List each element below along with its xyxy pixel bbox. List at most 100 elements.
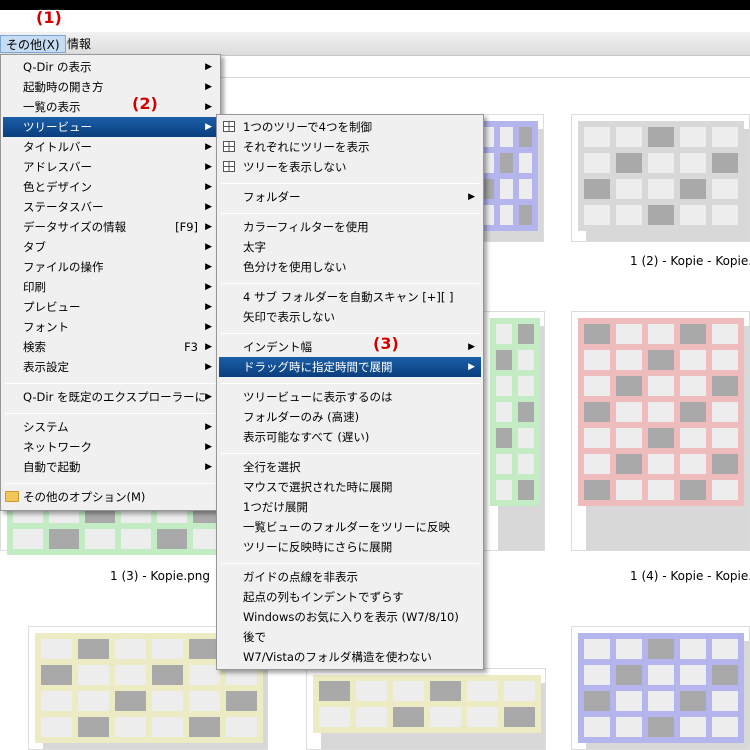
menu-item-network[interactable]: ネットワーク ▶ — [3, 437, 218, 457]
submenu-arrow-icon: ▶ — [205, 302, 212, 312]
menu-item-display-settings[interactable]: 表示設定 ▶ — [3, 357, 218, 377]
menu-item-no-arrows[interactable]: 矢印で表示しない — [219, 307, 481, 327]
menu-item-label: ツリーを表示しない — [243, 160, 347, 174]
menu-item-later[interactable]: 後で — [219, 627, 481, 647]
menu-item-font[interactable]: フォント ▶ — [3, 317, 218, 337]
menu-item-label: ツリーに反映時にさらに展開 — [243, 540, 393, 554]
thumbnail-caption: 1 (4) - Kopie - Kopie.png — [630, 569, 750, 583]
menu-item-one-tree-four[interactable]: 1つのツリーで4つを制御 — [219, 117, 481, 137]
menu-item-label: 全行を選択 — [243, 460, 301, 474]
thumbnail-cell — [49, 529, 79, 549]
submenu-arrow-icon: ▶ — [205, 242, 212, 252]
menu-item-auto-scan-subfolders[interactable]: 4 サブ フォルダーを自動スキャン [+][ ] — [219, 287, 481, 307]
thumbnail-image[interactable] — [483, 311, 545, 551]
submenu-arrow-icon: ▶ — [205, 102, 212, 112]
thumbnail-image[interactable] — [571, 311, 750, 551]
menu-item-hide-guide-lines[interactable]: ガイドの点線を非表示 — [219, 567, 481, 587]
thumbnail-cell — [319, 681, 350, 701]
thumbnail-cell — [115, 639, 146, 659]
menu-item-bold[interactable]: 太字 — [219, 237, 481, 257]
thumbnail-cell — [680, 179, 706, 199]
menu-item-tree-each[interactable]: それぞれにツリーを表示 — [219, 137, 481, 157]
menu-info[interactable]: 情報 — [62, 35, 96, 53]
thumbnail-image[interactable] — [571, 626, 750, 750]
thumbnail-cell — [152, 691, 183, 711]
thumbnail-cell — [648, 691, 674, 711]
menu-item-expand-one[interactable]: 1つだけ展開 — [219, 497, 481, 517]
menu-item-treeview[interactable]: ツリービュー ▶ — [3, 117, 218, 137]
menu-item-label: 4 サブ フォルダーを自動スキャン [+][ ] — [243, 290, 454, 304]
submenu-arrow-icon: ▶ — [205, 422, 212, 432]
thumbnail-cell — [393, 681, 424, 701]
thumbnail-cell — [712, 179, 738, 199]
thumbnail-cell — [584, 402, 610, 422]
thumbnail-image[interactable] — [571, 114, 750, 242]
menu-item-select-full-row[interactable]: 全行を選択 — [219, 457, 481, 477]
menu-item-startup[interactable]: 起動時の開き方 ▶ — [3, 77, 218, 97]
menu-item-folders-only[interactable]: フォルダーのみ (高速) — [219, 407, 481, 427]
menu-item-system[interactable]: システム ▶ — [3, 417, 218, 437]
menu-item-default-explorer[interactable]: Q-Dir を既定のエクスプローラーに ▶ — [3, 387, 218, 407]
menu-separator — [221, 453, 479, 454]
thumbnail-cell — [712, 717, 738, 737]
thumbnail-caption: 1 (2) - Kopie - Kopie.png — [630, 254, 750, 268]
menu-item-show-favorites[interactable]: Windowsのお気に入りを表示 (W7/8/10) — [219, 607, 481, 627]
menu-item-expand-on-mouse[interactable]: マウスで選択された時に展開 — [219, 477, 481, 497]
thumbnail-cell — [712, 691, 738, 711]
menu-item-sync-list-folder[interactable]: 一覧ビューのフォルダーをツリーに反映 — [219, 517, 481, 537]
thumbnail-cell — [648, 179, 674, 199]
thumbnail-cell — [518, 324, 534, 344]
menu-item-label: 太字 — [243, 240, 266, 254]
menu-item-expand-further[interactable]: ツリーに反映時にさらに展開 — [219, 537, 481, 557]
menu-item-label: タブ — [23, 240, 46, 254]
menu-item-color-filter[interactable]: カラーフィルターを使用 — [219, 217, 481, 237]
thumbnail-cell — [584, 639, 610, 659]
thumbnail-cell — [584, 454, 610, 474]
menu-item-no-tree[interactable]: ツリーを表示しない — [219, 157, 481, 177]
thumbnail-image[interactable] — [306, 668, 546, 750]
menu-item-label: 表示設定 — [23, 360, 69, 374]
menu-item-no-color-coding[interactable]: 色分けを使用しない — [219, 257, 481, 277]
menu-item-label: W7/Vistaのフォルダ構造を使わない — [243, 650, 432, 664]
thumbnail-cell — [226, 717, 257, 737]
menu-item-tree-shows[interactable]: ツリービューに表示するのは — [219, 387, 481, 407]
menu-item-no-w7-structure[interactable]: W7/Vistaのフォルダ構造を使わない — [219, 647, 481, 667]
menu-item-statusbar[interactable]: ステータスバー ▶ — [3, 197, 218, 217]
menu-item-shortcut: [F9] — [175, 220, 198, 234]
menu-item-addressbar[interactable]: アドレスバー ▶ — [3, 157, 218, 177]
menu-item-datasize[interactable]: データサイズの情報 [F9] ▶ — [3, 217, 218, 237]
thumbnail-cell — [712, 127, 738, 147]
thumbnail-cell — [616, 376, 642, 396]
menu-other[interactable]: その他(X) — [0, 35, 66, 53]
menu-item-expand-on-drag[interactable]: ドラッグ時に指定時間で展開 ▶ — [219, 357, 481, 377]
submenu-arrow-icon: ▶ — [468, 192, 475, 202]
menu-item-all-visible[interactable]: 表示可能なすべて (遅い) — [219, 427, 481, 447]
menu-item-qdir-view[interactable]: Q-Dir の表示 ▶ — [3, 57, 218, 77]
menu-item-titlebar[interactable]: タイトルバー ▶ — [3, 137, 218, 157]
thumbnail-cell — [519, 127, 532, 147]
menu-item-preview[interactable]: プレビュー ▶ — [3, 297, 218, 317]
menu-item-label: プレビュー — [23, 300, 81, 314]
thumbnail-cell — [648, 402, 674, 422]
menu-item-indent-root[interactable]: 起点の列もインデントでずらす — [219, 587, 481, 607]
menu-item-autostart[interactable]: 自動で起動 ▶ — [3, 457, 218, 477]
menu-item-list-view[interactable]: 一覧の表示 ▶ — [3, 97, 218, 117]
menu-item-label: 後で — [243, 630, 266, 644]
thumbnail-cell — [41, 639, 72, 659]
thumbnail-cell — [584, 350, 610, 370]
thumbnail-cell — [680, 127, 706, 147]
menu-separator — [221, 383, 479, 384]
thumbnail-cell — [393, 707, 424, 727]
thumbnail-cell — [712, 153, 738, 173]
menu-item-tabs[interactable]: タブ ▶ — [3, 237, 218, 257]
folder-icon — [5, 491, 19, 502]
menu-item-print[interactable]: 印刷 ▶ — [3, 277, 218, 297]
menu-item-search[interactable]: 検索 F3 ▶ — [3, 337, 218, 357]
thumbnail-cell — [430, 707, 461, 727]
menu-item-indent-width[interactable]: インデント幅 ▶ — [219, 337, 481, 357]
menu-item-label: ツリービュー — [23, 120, 92, 134]
menu-item-colors-design[interactable]: 色とデザイン ▶ — [3, 177, 218, 197]
menu-item-other-options[interactable]: その他のオプション(M) — [3, 487, 218, 507]
menu-item-folder[interactable]: フォルダー ▶ — [219, 187, 481, 207]
menu-item-file-operations[interactable]: ファイルの操作 ▶ — [3, 257, 218, 277]
